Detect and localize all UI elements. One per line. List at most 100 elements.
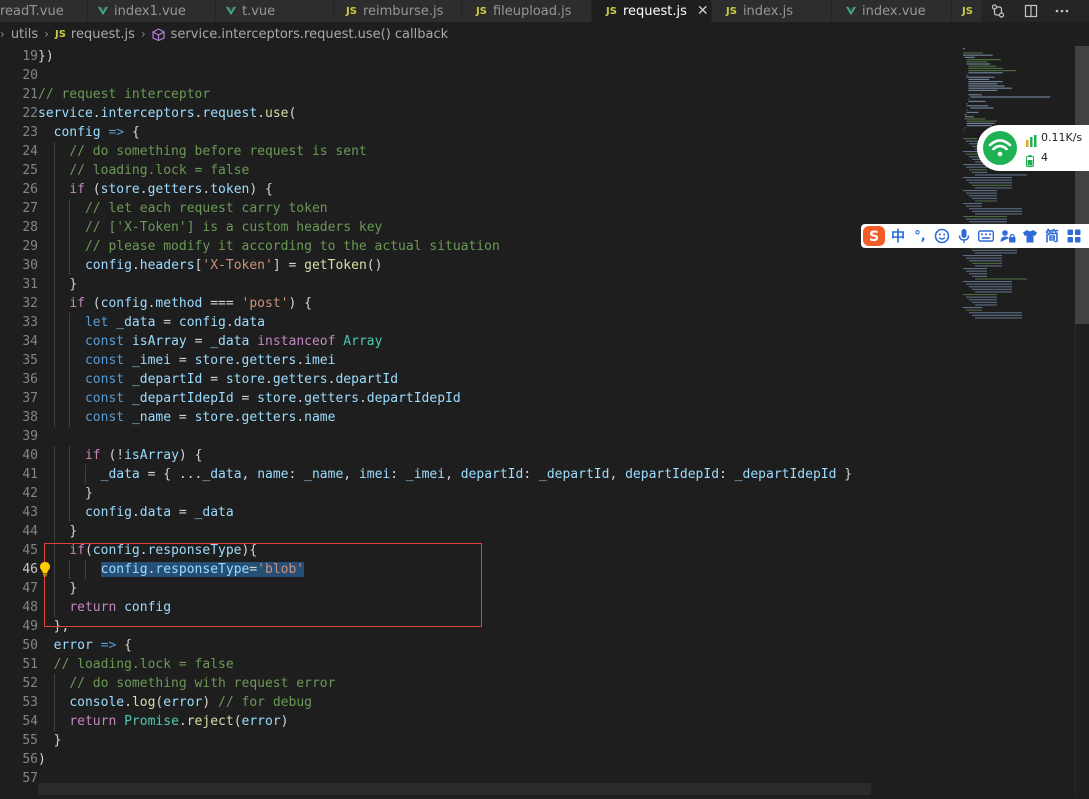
minimap-line — [964, 127, 966, 129]
minimap-line — [963, 190, 997, 192]
code-line[interactable]: 34 const isArray = _data instanceof Arra… — [0, 332, 955, 351]
grid-icon[interactable] — [1063, 224, 1085, 248]
minimap-line — [975, 187, 1012, 189]
line-number: 33 — [22, 315, 38, 330]
code-line[interactable]: 32 if (config.method === 'post') { — [0, 294, 955, 313]
compare-changes-icon[interactable] — [986, 0, 1010, 22]
tab-index-js[interactable]: JS index.js — [712, 0, 832, 22]
code-line[interactable]: 44 } — [0, 522, 955, 541]
tab-fileupload-js[interactable]: JS fileupload.js — [462, 0, 592, 22]
code-line[interactable]: 23 config => { — [0, 123, 955, 142]
tab-index1-vue[interactable]: index1.vue — [88, 0, 216, 22]
code-line[interactable]: 50 error => { — [0, 636, 955, 655]
chevron-right-icon: › — [0, 27, 5, 41]
lightbulb-icon[interactable] — [39, 561, 51, 577]
code-line[interactable]: 25 // loading.lock = false — [0, 161, 955, 180]
tab-reimburse-js[interactable]: JS reimburse.js — [334, 0, 462, 22]
code-line[interactable]: 56) — [0, 750, 955, 769]
indent-guide — [69, 503, 71, 522]
code-line[interactable]: 19}) — [0, 47, 955, 66]
ime-toolbar[interactable]: S 中 °, 简 — [861, 224, 1089, 248]
vue-icon — [226, 6, 236, 16]
indent-guide — [53, 332, 55, 351]
code-line[interactable]: 39 — [0, 427, 955, 446]
ime-chinese-mode[interactable]: 中 — [887, 224, 909, 248]
code-line[interactable]: 53 console.log(error) // for debug — [0, 693, 955, 712]
breadcrumb-file[interactable]: request.js — [71, 27, 135, 42]
code-line[interactable]: 27 // let each request carry token — [0, 199, 955, 218]
minimap-line — [966, 296, 997, 298]
tab-request-js[interactable]: JS request.js ✕ — [592, 0, 712, 22]
line-number: 25 — [22, 163, 38, 178]
js-icon: JS — [54, 28, 66, 40]
tab-readt-vue[interactable]: readT.vue — [0, 0, 88, 22]
line-code: const _departId = store.getters.departId — [84, 372, 399, 387]
sogou-logo-icon[interactable]: S — [861, 224, 887, 248]
line-code: let _data = config.data — [84, 315, 266, 330]
code-line[interactable]: 51 // loading.lock = false — [0, 655, 955, 674]
minimap-line — [970, 96, 1051, 98]
code-line[interactable]: 28 // ['X-Token'] is a custom headers ke… — [0, 218, 955, 237]
code-line[interactable]: 52 // do something with request error — [0, 674, 955, 693]
breadcrumb-symbol[interactable]: service.interceptors.request.use() callb… — [171, 27, 448, 42]
tab-overflow-js[interactable]: JS — [952, 0, 982, 22]
network-speed-widget[interactable]: 0.11K/s 4 — [977, 125, 1089, 171]
lock-icon[interactable] — [997, 224, 1019, 248]
code-editor[interactable]: 19}) 20 21// request interceptor 22 service.… — [0, 47, 955, 795]
minimap-line — [966, 109, 968, 111]
shirt-icon[interactable] — [1019, 224, 1041, 248]
code-line[interactable]: 55 } — [0, 731, 955, 750]
code-line[interactable]: 31 } — [0, 275, 955, 294]
close-tab-icon[interactable]: ✕ — [697, 3, 709, 19]
minimap-line — [969, 273, 987, 275]
ime-simplified-mode[interactable]: 简 — [1041, 224, 1063, 248]
code-line[interactable]: 40 if (!isArray) { — [0, 446, 955, 465]
ime-punctuation-mode[interactable]: °, — [909, 224, 931, 248]
minimap-line — [972, 288, 1012, 290]
code-line[interactable]: 37 const _departIdepId = store.getters.d… — [0, 389, 955, 408]
more-actions-icon[interactable] — [1050, 0, 1074, 22]
minimap-line — [968, 98, 970, 100]
code-line[interactable]: 43 config.data = _data — [0, 503, 955, 522]
code-line[interactable]: 54 return Promise.reject(error) — [0, 712, 955, 731]
minimap-line — [963, 177, 1012, 179]
minimap-line — [966, 122, 995, 124]
tab-label: index1.vue — [114, 3, 186, 19]
code-line[interactable]: 42 } — [0, 484, 955, 503]
indent-guide — [84, 465, 86, 484]
code-line[interactable]: 21// request interceptor — [0, 85, 955, 104]
code-line[interactable]: 30 config.headers['X-Token'] = getToken(… — [0, 256, 955, 275]
indent-guide — [53, 408, 55, 427]
code-line[interactable]: 36 const _departId = store.getters.depar… — [0, 370, 955, 389]
mic-icon[interactable] — [953, 224, 975, 248]
code-line[interactable]: 35 const _imei = store.getters.imei — [0, 351, 955, 370]
tab-index-vue[interactable]: index.vue — [832, 0, 952, 22]
line-number: 48 — [22, 600, 38, 615]
code-line[interactable]: 33 let _data = config.data — [0, 313, 955, 332]
minimap-line — [966, 205, 982, 207]
code-line[interactable]: 29 // please modify it according to the … — [0, 237, 955, 256]
line-number: 51 — [22, 657, 38, 672]
minimap-line — [964, 118, 986, 120]
code-line[interactable]: 26 if (store.getters.token) { — [0, 180, 955, 199]
minimap-line — [969, 260, 1002, 262]
cube-icon — [152, 27, 165, 41]
tab-label: index.js — [742, 3, 794, 19]
minimap-line — [968, 100, 986, 102]
code-line[interactable]: 41 _data = { ..._data, name: _name, imei… — [0, 465, 955, 484]
code-line[interactable]: 38 const _name = store.getters.name — [0, 408, 955, 427]
split-editor-icon[interactable] — [1019, 0, 1043, 22]
code-line[interactable]: 20 — [0, 66, 955, 85]
tab-t-vue[interactable]: t.vue — [216, 0, 334, 22]
breadcrumb-folder[interactable]: utils — [11, 27, 38, 42]
line-code: // loading.lock = false — [69, 163, 250, 178]
ime-emoji-button[interactable] — [931, 224, 953, 248]
line-code: } — [53, 733, 62, 748]
keyboard-icon[interactable] — [975, 224, 997, 248]
scrollbar-thumb[interactable] — [1075, 46, 1089, 324]
code-line[interactable]: 24 // do something before request is sen… — [0, 142, 955, 161]
minimap-line — [969, 195, 997, 197]
breadcrumb: › utils › JS request.js › service.interc… — [0, 22, 1089, 46]
code-line[interactable]: 22 service.interceptors.request.use( — [0, 104, 955, 123]
line-code: // do something with request error — [69, 676, 336, 691]
